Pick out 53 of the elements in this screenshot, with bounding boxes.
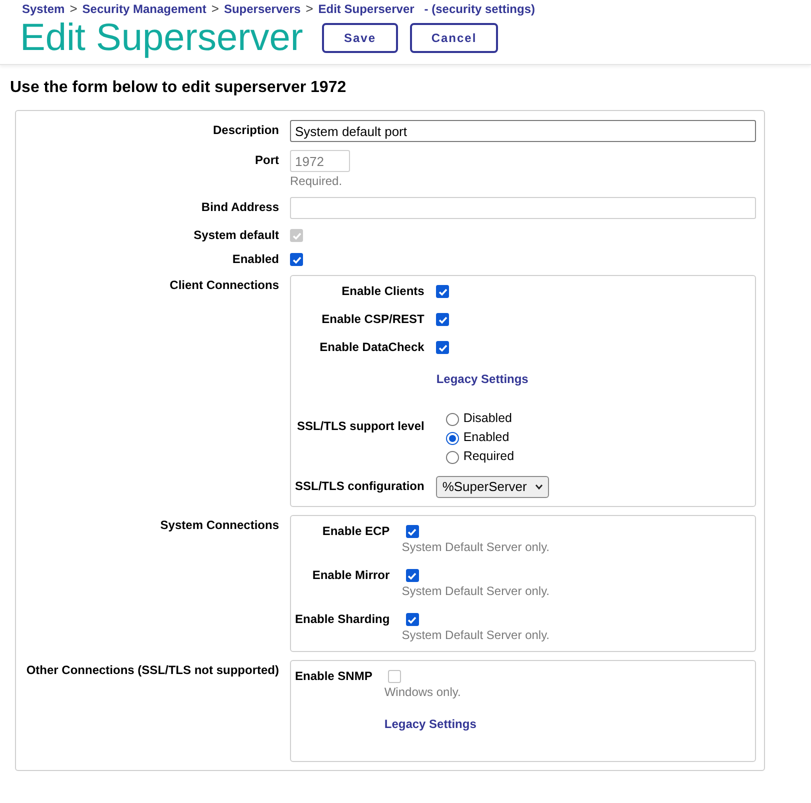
- field-label: SSL/TLS support level: [296, 418, 424, 435]
- field-label: Enable SNMP: [295, 668, 372, 685]
- field-label: Enabled: [231, 251, 279, 267]
- field-label: Enable Sharding: [295, 611, 390, 628]
- hint-text: System Default Server only.: [402, 583, 550, 599]
- field-label: Enable DataCheck: [318, 339, 424, 355]
- hint-text: System Default Server only.: [402, 539, 550, 555]
- radio-button[interactable]: [446, 432, 460, 445]
- field-label: Description: [212, 122, 279, 139]
- field-label: Port: [254, 152, 279, 169]
- checkbox[interactable]: [406, 613, 419, 626]
- field-label: Bind Address: [200, 199, 279, 216]
- field-label: Enable Mirror: [311, 567, 390, 584]
- action-button[interactable]: Cancel: [410, 23, 498, 53]
- text-field[interactable]: [290, 197, 756, 219]
- radio-button[interactable]: [446, 413, 460, 426]
- field-label: Enable CSP/REST: [320, 311, 424, 327]
- field-label: Enable Clients: [340, 283, 424, 299]
- action-button[interactable]: Save: [322, 23, 398, 53]
- checkbox[interactable]: [436, 341, 450, 354]
- field-label: SSL/TLS configuration: [295, 478, 424, 495]
- checkbox[interactable]: [436, 313, 450, 326]
- checkbox[interactable]: [290, 253, 303, 266]
- dropdown[interactable]: %SuperServer: [436, 476, 549, 498]
- radio-label: Required: [463, 448, 514, 464]
- text-field[interactable]: System default port: [290, 120, 756, 142]
- radio-label: Disabled: [463, 410, 512, 426]
- hint-text: Required.: [290, 173, 342, 189]
- breadcrumb-link[interactable]: Edit Superserver: [318, 0, 414, 18]
- field-label: System default: [192, 227, 279, 243]
- field-label: Other Connections (SSL/TLS not supported): [25, 662, 279, 679]
- breadcrumb-link[interactable]: Security Management: [82, 0, 206, 18]
- checkbox[interactable]: [436, 285, 450, 298]
- hint-text: System Default Server only.: [402, 627, 550, 643]
- breadcrumb-separator: >: [211, 0, 219, 18]
- field-label: Enable ECP: [321, 523, 390, 540]
- hint-text: Windows only.: [384, 684, 461, 700]
- checkbox[interactable]: [406, 525, 419, 538]
- breadcrumb-note: - (security settings): [424, 0, 535, 18]
- field-label: System Connections: [159, 517, 279, 534]
- breadcrumb-link[interactable]: Superservers: [224, 0, 301, 18]
- radio-label: Enabled: [463, 429, 510, 445]
- breadcrumb-separator: >: [306, 0, 314, 18]
- field-label: Client Connections: [168, 277, 279, 294]
- breadcrumb-link[interactable]: System: [22, 0, 65, 18]
- legacy-settings-link[interactable]: Legacy Settings: [384, 715, 476, 733]
- page-title: Edit Superserver: [20, 18, 304, 58]
- breadcrumb-separator: >: [70, 0, 78, 18]
- form-instructions: Use the form below to edit superserver 1972: [9, 78, 348, 98]
- chevron-down-icon: [534, 484, 543, 490]
- radio-button[interactable]: [446, 451, 460, 464]
- legacy-settings-link[interactable]: Legacy Settings: [436, 370, 528, 388]
- checkbox[interactable]: [406, 569, 419, 582]
